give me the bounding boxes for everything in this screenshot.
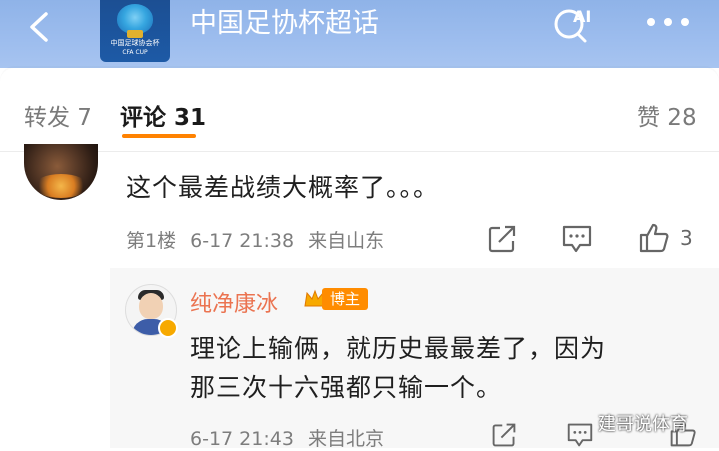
reply-icon[interactable] [564,422,596,448]
avatar[interactable] [24,144,98,200]
divider [0,151,719,152]
share-icon[interactable] [487,224,517,254]
top-header: 中国足球协会杯 CFA CUP 中国足协杯超话 AI [0,0,719,68]
blogger-badge: 博主 [322,288,369,310]
watermark: 建哥说体育 [598,414,688,435]
like-count: 3 [680,226,693,250]
verified-badge-icon [158,318,178,338]
comment-location: 来自山东 [308,230,385,252]
reply-text-line-2: 那三次十六强都只输一个。 [190,373,503,402]
reply-location: 来自北京 [307,428,384,450]
trophy-emblem [127,30,143,38]
tab-comments[interactable]: 评论 31 [120,98,206,132]
reply-text-line-1: 理论上输俩，就历史最最差了，因为 [190,334,607,363]
tab-active-indicator [122,134,196,138]
ai-search-icon[interactable]: AI [552,4,600,44]
chevron-left-icon[interactable] [22,8,58,44]
like-icon[interactable] [638,222,670,254]
supertopic-logo[interactable]: 中国足球协会杯 CFA CUP [100,0,170,62]
more-dots-icon[interactable] [645,16,691,28]
comment-time: 6-17 21:38 [190,230,295,252]
share-icon[interactable] [489,422,519,448]
ai-label: AI [573,7,591,26]
page-title[interactable]: 中国足协杯超话 [190,6,379,42]
logo-subtext: CFA CUP [122,49,148,56]
tab-reposts[interactable]: 转发 7 [24,98,92,132]
comment-meta: 第1楼 6-17 21:38 来自山东 [126,226,392,253]
reply-meta: 6-17 21:43 来自北京 [190,424,392,451]
floor-label: 第1楼 [126,230,177,252]
reply-icon[interactable] [561,224,593,254]
logo-text: 中国足球协会杯 [110,39,160,47]
tab-likes[interactable]: 赞 28 [637,98,697,132]
reply-username[interactable]: 纯净康冰 [190,286,278,318]
reply-time: 6-17 21:43 [190,428,294,450]
tab-bar: 转发 7 评论 31 赞 28 [0,68,719,152]
comment-text: 这个最差战绩大概率了。。。 [126,173,440,202]
